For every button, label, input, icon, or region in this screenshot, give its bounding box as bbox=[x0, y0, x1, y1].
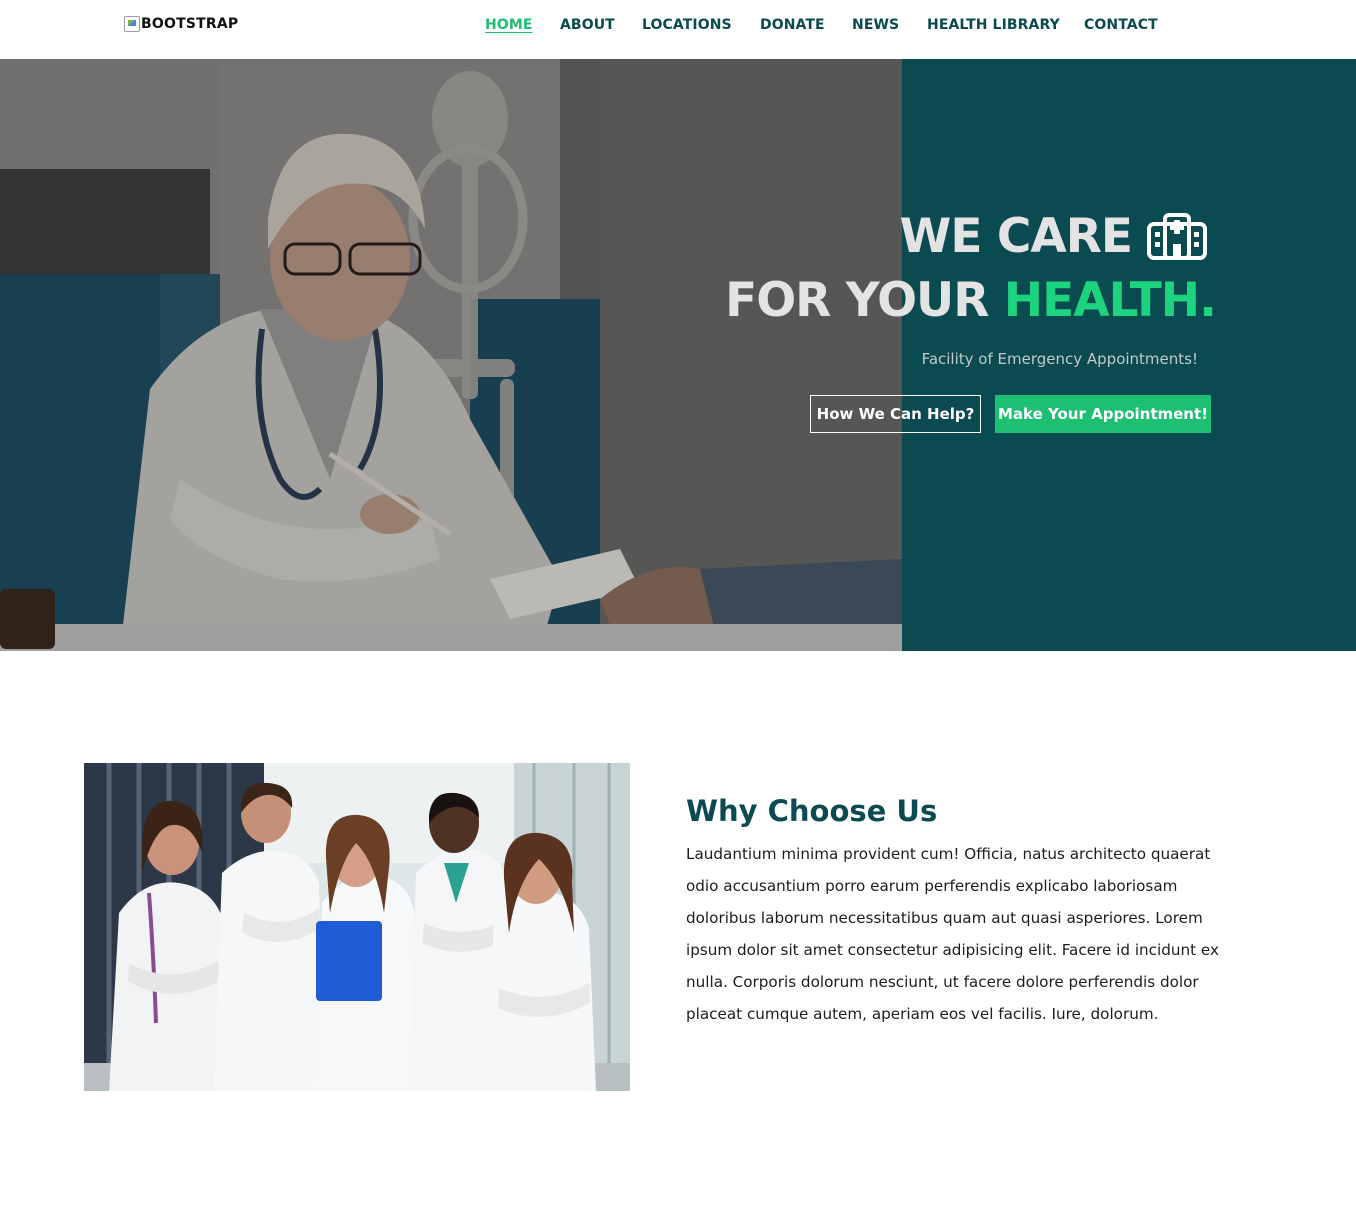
hero-title-line-2: FOR YOUR HEALTH. bbox=[725, 273, 1217, 328]
hero-title-line-1: WE CARE bbox=[900, 209, 1208, 264]
navbar: BOOTSTRAP HOME ABOUT LOCATIONS DONATE NE… bbox=[0, 0, 1356, 59]
hero-title-text-2: FOR YOUR bbox=[725, 273, 1004, 328]
how-we-can-help-button[interactable]: How We Can Help? bbox=[810, 395, 981, 433]
nav-link-donate[interactable]: DONATE bbox=[760, 17, 825, 33]
hero-title-accent: HEALTH. bbox=[1003, 273, 1217, 328]
make-appointment-button[interactable]: Make Your Appointment! bbox=[995, 395, 1211, 433]
nav-link-home[interactable]: HOME bbox=[485, 17, 533, 33]
main-nav: HOME ABOUT LOCATIONS DONATE NEWS HEALTH … bbox=[0, 17, 1356, 37]
why-choose-title: Why Choose Us bbox=[686, 794, 938, 828]
nav-link-locations[interactable]: LOCATIONS bbox=[642, 17, 732, 33]
nav-link-news[interactable]: NEWS bbox=[852, 17, 899, 33]
why-choose-body: Laudantium minima provident cum! Officia… bbox=[686, 845, 1219, 1023]
nav-link-about[interactable]: ABOUT bbox=[560, 17, 615, 33]
nav-link-health-library[interactable]: HEALTH LIBRARY bbox=[927, 17, 1060, 33]
hospital-icon bbox=[1146, 212, 1208, 262]
hero-section: WE CARE FOR YOUR HEALTH. Facility of Eme… bbox=[0, 59, 1356, 651]
hero-doctor-photo bbox=[0, 59, 902, 651]
hero-subtitle: Facility of Emergency Appointments! bbox=[921, 350, 1198, 368]
hero-title-text-1: WE CARE bbox=[899, 209, 1133, 264]
medical-team-photo bbox=[84, 763, 630, 1091]
nav-link-contact[interactable]: CONTACT bbox=[1084, 17, 1158, 33]
